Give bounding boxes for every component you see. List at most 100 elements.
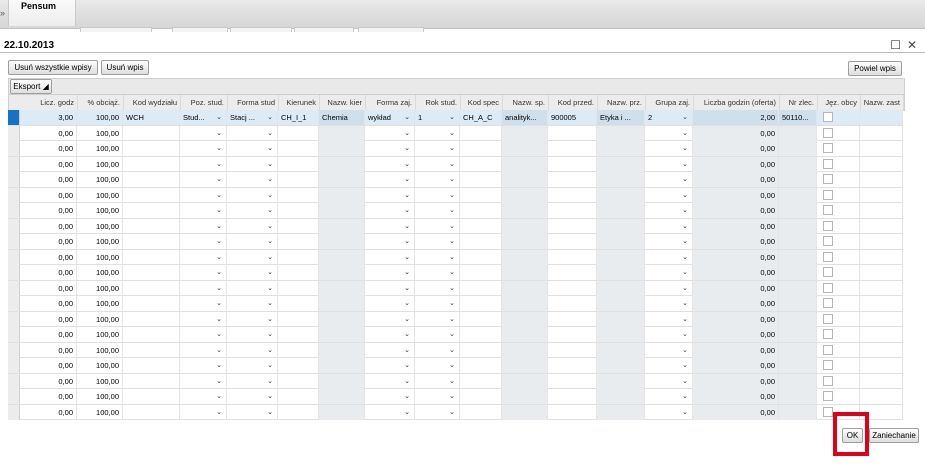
chevron-down-icon[interactable]: ⌄ xyxy=(216,343,222,358)
cell-rok[interactable]: ⌄ xyxy=(415,187,460,203)
chevron-down-icon[interactable]: ⌄ xyxy=(449,234,455,249)
cell-zast[interactable] xyxy=(860,249,903,265)
chevron-down-icon[interactable]: ⌄ xyxy=(267,126,273,141)
cell-kprz[interactable] xyxy=(548,389,597,404)
cell-kier[interactable] xyxy=(278,358,319,373)
cell-kier[interactable] xyxy=(278,389,319,404)
cell-obc[interactable]: 100,00 xyxy=(77,203,123,218)
cell-forma[interactable]: ⌄ xyxy=(227,218,278,234)
cell-forma[interactable]: ⌄ xyxy=(227,249,278,265)
row-selector[interactable] xyxy=(8,172,20,187)
cell-wydz[interactable] xyxy=(123,234,180,249)
cell-rok[interactable]: ⌄ xyxy=(415,265,460,280)
table-row[interactable]: 0,00 100,00 ⌄ ⌄ ⌄ ⌄ ⌄ 0,00 xyxy=(8,296,903,312)
cell-kier[interactable] xyxy=(278,373,319,389)
cell-kier[interactable] xyxy=(278,327,319,342)
cell-wydz[interactable] xyxy=(123,125,180,141)
cell-kier[interactable] xyxy=(278,404,319,420)
cell-licz[interactable]: 0,00 xyxy=(20,327,77,342)
cell-kier[interactable] xyxy=(278,311,319,327)
chevron-down-icon[interactable]: ⌄ xyxy=(216,327,222,342)
chevron-down-icon[interactable]: ⌄ xyxy=(404,389,410,404)
cell-kprz[interactable] xyxy=(548,327,597,342)
cell-forma[interactable]: ⌄ xyxy=(227,311,278,327)
cell-obc[interactable]: 100,00 xyxy=(77,280,123,296)
cell-rok[interactable]: ⌄ xyxy=(415,311,460,327)
cell-grupa[interactable]: ⌄ xyxy=(645,156,693,172)
cell-wydz[interactable] xyxy=(123,187,180,203)
cell-jez[interactable] xyxy=(817,203,860,218)
cell-forma[interactable]: ⌄ xyxy=(227,156,278,172)
table-row[interactable]: 0,00 100,00 ⌄ ⌄ ⌄ ⌄ ⌄ 0,00 xyxy=(8,203,903,219)
cell-fzaj[interactable]: ⌄ xyxy=(365,311,415,327)
column-header-forma[interactable]: Forma stud xyxy=(228,95,279,110)
cell-forma[interactable]: ⌄ xyxy=(227,141,278,156)
cell-zast[interactable] xyxy=(860,141,903,156)
cell-fzaj[interactable]: ⌄ xyxy=(365,296,415,311)
table-row[interactable]: 0,00 100,00 ⌄ ⌄ ⌄ ⌄ ⌄ 0,00 xyxy=(8,156,903,172)
cell-forma[interactable]: ⌄ xyxy=(227,265,278,280)
column-header-poz[interactable]: Poz. stud. xyxy=(181,95,228,110)
cell-obc[interactable]: 100,00 xyxy=(77,249,123,265)
column-header-kprz[interactable]: Kod przed. xyxy=(549,95,598,110)
cell-kier[interactable] xyxy=(278,156,319,172)
cell-rok[interactable]: ⌄ xyxy=(415,141,460,156)
column-header-kspec[interactable]: Kod spec xyxy=(461,95,503,110)
cell-wydz[interactable]: WCH xyxy=(123,110,180,125)
cell-zast[interactable] xyxy=(860,172,903,187)
cell-obc[interactable]: 100,00 xyxy=(77,358,123,373)
chevron-down-icon[interactable]: ⌄ xyxy=(267,374,273,389)
cell-wydz[interactable] xyxy=(123,172,180,187)
cell-jez[interactable] xyxy=(817,125,860,141)
chevron-down-icon[interactable]: ⌄ xyxy=(682,157,688,172)
chevron-down-icon[interactable]: ⌄ xyxy=(449,219,455,234)
cell-zast[interactable] xyxy=(860,389,903,404)
chevron-down-icon[interactable]: ⌄ xyxy=(267,389,273,404)
chevron-down-icon[interactable]: ⌄ xyxy=(216,110,222,125)
chevron-down-icon[interactable]: ⌄ xyxy=(216,250,222,265)
cell-poz[interactable]: ⌄ xyxy=(180,311,227,327)
chevron-down-icon[interactable]: ⌄ xyxy=(267,141,273,156)
cell-wydz[interactable] xyxy=(123,249,180,265)
chevron-down-icon[interactable]: ⌄ xyxy=(682,358,688,373)
cell-kier[interactable] xyxy=(278,141,319,156)
cell-obc[interactable]: 100,00 xyxy=(77,172,123,187)
row-selector[interactable] xyxy=(8,265,20,280)
chevron-down-icon[interactable]: ⌄ xyxy=(216,219,222,234)
cell-obc[interactable]: 100,00 xyxy=(77,218,123,234)
cell-poz[interactable]: Stud... ⌄ xyxy=(180,110,227,125)
cell-poz[interactable]: ⌄ xyxy=(180,280,227,296)
cell-jez[interactable] xyxy=(817,389,860,404)
cell-rok[interactable]: ⌄ xyxy=(415,156,460,172)
cell-kier[interactable] xyxy=(278,125,319,141)
cell-jez[interactable] xyxy=(817,156,860,172)
cell-poz[interactable]: ⌄ xyxy=(180,156,227,172)
cell-kprz[interactable] xyxy=(548,141,597,156)
cell-forma[interactable]: ⌄ xyxy=(227,342,278,358)
cell-fzaj[interactable]: ⌄ xyxy=(365,203,415,218)
cell-grupa[interactable]: ⌄ xyxy=(645,389,693,404)
chevron-down-icon[interactable]: ⌄ xyxy=(216,265,222,280)
cell-kier[interactable] xyxy=(278,280,319,296)
chevron-down-icon[interactable]: ⌄ xyxy=(404,405,410,420)
cell-jez[interactable] xyxy=(817,249,860,265)
cell-fzaj[interactable]: ⌄ xyxy=(365,404,415,420)
cell-rok[interactable]: ⌄ xyxy=(415,296,460,311)
cell-grupa[interactable]: ⌄ xyxy=(645,280,693,296)
chevron-down-icon[interactable]: ⌄ xyxy=(267,343,273,358)
column-header-oferta[interactable]: Liczba godzin (oferta) xyxy=(694,95,780,110)
cell-rok[interactable]: ⌄ xyxy=(415,172,460,187)
cell-rok[interactable]: ⌄ xyxy=(415,358,460,373)
chevron-down-icon[interactable]: ⌄ xyxy=(404,172,410,187)
table-row[interactable]: 0,00 100,00 ⌄ ⌄ ⌄ ⌄ ⌄ 0,00 xyxy=(8,342,903,358)
cell-kprz[interactable] xyxy=(548,296,597,311)
cell-kier[interactable] xyxy=(278,203,319,218)
chevron-down-icon[interactable]: ⌄ xyxy=(267,219,273,234)
cell-kspec[interactable]: CH_A_C xyxy=(460,110,502,125)
table-row[interactable]: 0,00 100,00 ⌄ ⌄ ⌄ ⌄ ⌄ 0,00 xyxy=(8,404,903,420)
chevron-down-icon[interactable]: ⌄ xyxy=(267,265,273,280)
cell-jez[interactable] xyxy=(817,110,860,125)
cell-kspec[interactable] xyxy=(460,125,502,141)
column-header-rok[interactable]: Rok stud. xyxy=(416,95,461,110)
cell-grupa[interactable]: ⌄ xyxy=(645,249,693,265)
